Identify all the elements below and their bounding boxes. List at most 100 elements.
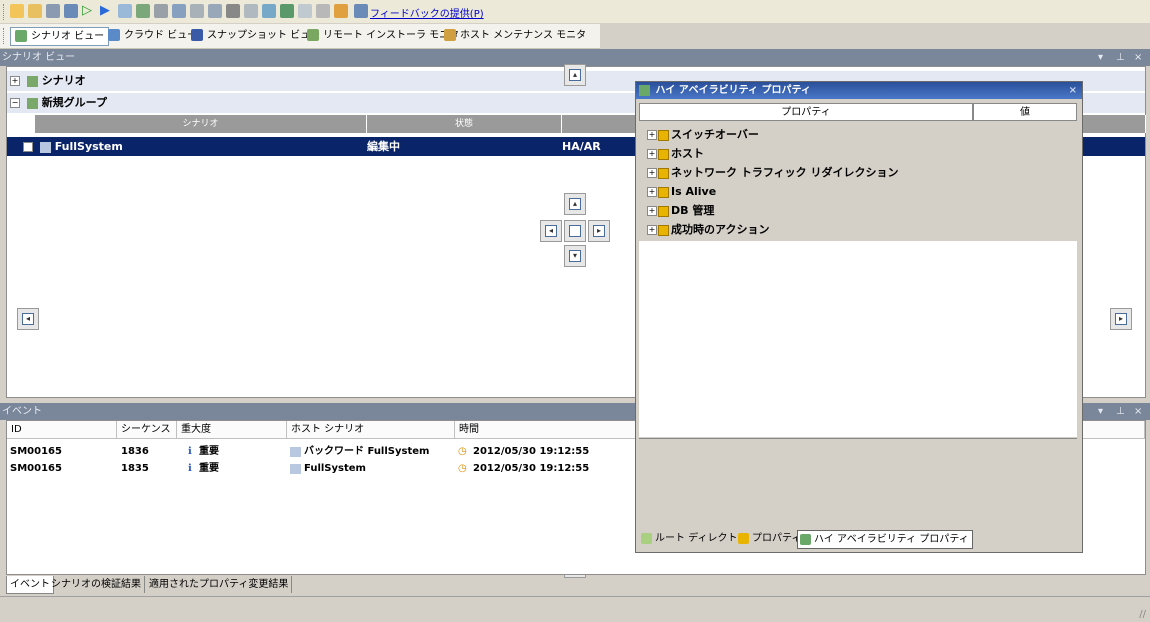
pin-icon[interactable]: ⊥ [1116,403,1125,420]
property-icon [658,186,669,198]
bookmark-icon[interactable] [316,4,330,18]
close-icon[interactable]: × [1134,403,1142,420]
info-icon: ℹ [188,463,192,474]
column-header-value[interactable]: 値 [973,103,1077,121]
property-item-switchover[interactable]: + スイッチオーバー [647,125,759,144]
panel-title: イベント [2,406,42,417]
event-seq: 1835 [121,463,149,474]
group-icon [26,75,38,87]
dock-top-indicator[interactable]: ▴ [564,64,586,86]
column-header-scenario[interactable]: シナリオ [35,115,367,133]
property-list: + スイッチオーバー + ホスト + ネットワーク トラフィック リダイレクション +… [639,123,1077,241]
dropdown-icon[interactable]: ▾ [1098,403,1103,420]
view-tabs-grip[interactable] [3,28,6,44]
expand-icon[interactable]: + [647,225,657,235]
dock-center-right[interactable]: ▸ [588,220,610,242]
event-severity: 重要 [199,446,219,457]
host-icon[interactable] [262,4,276,18]
event-time: 2012/05/30 19:12:55 [473,463,590,474]
globe-icon[interactable] [334,4,348,18]
event-severity: 重要 [199,463,219,474]
dock-center-top[interactable]: ▴ [564,193,586,215]
close-icon[interactable]: × [1069,82,1077,99]
group-label: シナリオ [41,74,86,87]
property-empty-area [639,241,1077,437]
clock-icon: ◷ [458,446,467,457]
host-maintenance-icon [444,29,456,41]
snapshot-view-icon [191,29,203,41]
column-header-status[interactable]: 状態 [367,115,562,133]
tab-label: シナリオ ビュー [31,31,105,42]
property-item-network-redirection[interactable]: + ネットワーク トラフィック リダイレクション [647,163,898,182]
expand-icon[interactable]: + [647,206,657,216]
close-icon[interactable]: × [1134,49,1142,66]
switchover-icon[interactable] [244,4,258,18]
collapse-icon[interactable]: − [10,98,20,108]
property-item-db-management[interactable]: + DB 管理 [647,201,714,220]
tab-root-directory[interactable]: ルート ディレクトリ [639,530,750,547]
dropdown-icon[interactable]: ▾ [1098,49,1103,66]
save-icon[interactable] [46,4,60,18]
replica-icon[interactable] [172,4,186,18]
dock-right-indicator[interactable]: ▸ [1110,308,1132,330]
clock-icon: ◷ [458,463,467,474]
properties-icon[interactable] [64,4,78,18]
open-folder-icon[interactable] [28,4,42,18]
feedback-link[interactable]: フィードバックの提供(P) [370,5,484,20]
tab-host-maintenance-monitor[interactable]: ホスト メンテナンス モニタ [440,27,590,44]
report-icon[interactable] [190,4,204,18]
pin-icon[interactable]: ⊥ [1116,49,1125,66]
tab-high-availability-properties[interactable]: ハイ アベイラビリティ プロパティ [797,530,973,549]
scenario-icon [290,447,301,457]
ha-icon [800,534,811,545]
pause-icon[interactable] [226,4,240,18]
tab-events[interactable]: イベント [6,576,54,594]
column-header-property[interactable]: プロパティ [639,103,973,121]
expand-icon[interactable]: + [647,130,657,140]
run-icon[interactable]: ▷ [82,4,96,18]
event-scenario: バックワード FullSystem [304,446,430,457]
property-description-area [639,438,1077,529]
toolbar-grip[interactable] [3,4,6,20]
property-window-icon [639,84,650,96]
expand-icon[interactable]: + [647,149,657,159]
property-item-success-action[interactable]: + 成功時のアクション [647,220,769,239]
tab-properties[interactable]: プロパティ [736,530,804,547]
event-seq: 1836 [121,446,149,457]
tab-scenario-view[interactable]: シナリオ ビュー [10,27,110,46]
expand-icon[interactable]: + [10,76,20,86]
compare-icon[interactable] [154,4,168,18]
resize-grip-icon[interactable]: // [1139,609,1146,620]
dock-center[interactable] [564,220,586,242]
tab-scenario-validation[interactable]: シナリオの検証結果 [48,576,145,593]
run-assessment-icon[interactable]: ▶ [100,4,114,18]
tab-label: リモート インストーラ モニタ [323,30,460,41]
tab-applied-property-changes[interactable]: 適用されたプロパティ変更結果 [146,576,293,593]
view-tabs-bar: シナリオ ビュー クラウド ビュー スナップショット ビュー リモート インスト… [0,24,600,49]
monitor-icon[interactable] [280,4,294,18]
property-label: ホスト [671,147,704,160]
window-icon[interactable] [298,4,312,18]
tab-label: ハイ アベイラビリティ プロパティ [814,534,969,545]
column-header-id[interactable]: ID [7,421,117,439]
property-icon [658,148,669,160]
property-window-titlebar[interactable]: ハイ アベイラビリティ プロパティ × [636,82,1082,99]
property-item-is-alive[interactable]: + Is Alive [647,182,716,201]
expand-icon[interactable]: + [647,168,657,178]
new-scenario-icon[interactable] [10,4,24,18]
statistics-icon[interactable] [208,4,222,18]
column-header-host-scenario[interactable]: ホスト シナリオ [287,421,455,439]
column-header-severity[interactable]: 重大度 [177,421,287,439]
cloud-view-icon [108,29,120,41]
expand-icon[interactable]: + [647,187,657,197]
dock-left-indicator[interactable]: ◂ [17,308,39,330]
expand-icon[interactable]: + [23,142,33,152]
property-label: DB 管理 [671,204,715,217]
column-header-sequence[interactable]: シーケンス [117,421,177,439]
feedback-icon[interactable] [354,4,368,18]
sync-icon[interactable] [118,4,132,18]
dock-center-bottom[interactable]: ▾ [564,245,586,267]
dock-center-left[interactable]: ◂ [540,220,562,242]
restore-icon[interactable] [136,4,150,18]
property-item-host[interactable]: + ホスト [647,144,704,163]
